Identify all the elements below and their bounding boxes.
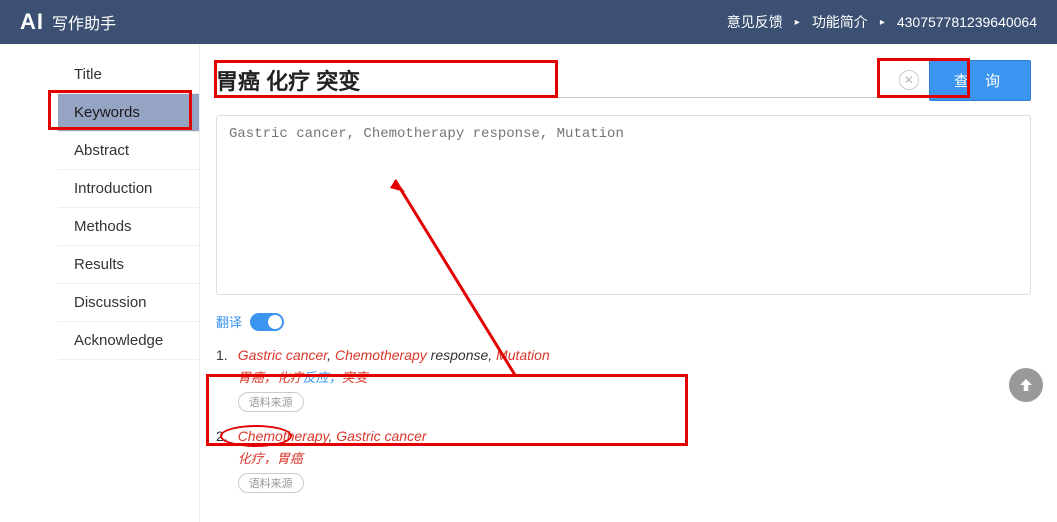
main: TitleKeywordsAbstractIntroductionMethods… (0, 44, 1057, 522)
translate-label: 翻译 (216, 312, 242, 331)
logo: AI (20, 9, 44, 35)
sidebar-item-discussion[interactable]: Discussion (58, 284, 199, 322)
sidebar-item-keywords[interactable]: Keywords (58, 94, 199, 132)
content: ✕ 查 询 翻译 1. Gastric cancer, Chemotherapy … (200, 44, 1057, 522)
result-number: 2. (216, 428, 228, 493)
translate-toggle[interactable] (250, 313, 284, 331)
sidebar-item-acknowledge[interactable]: Acknowledge (58, 322, 199, 360)
sidebar-item-title[interactable]: Title (58, 56, 199, 94)
header: AI 写作助手 意见反馈 ▸ 功能简介 ▸ 430757781239640064 (0, 0, 1057, 44)
result-chinese[interactable]: 胃癌，化疗反应，突变 (238, 367, 1031, 386)
logo-subtitle: 写作助手 (52, 10, 116, 34)
keywords-textarea[interactable] (216, 115, 1031, 295)
search-input[interactable] (216, 67, 899, 93)
source-tag[interactable]: 语料来源 (238, 473, 304, 493)
logo-area: AI 写作助手 (20, 9, 116, 35)
result-item: 2. Chemotherapy, Gastric cancer 化疗，胃癌语料来源 (216, 428, 1031, 493)
search-row: ✕ 查 询 (216, 60, 1031, 101)
result-body: Chemotherapy, Gastric cancer 化疗，胃癌语料来源 (238, 428, 1031, 493)
result-english[interactable]: Chemotherapy, Gastric cancer (238, 428, 1031, 444)
result-item: 1. Gastric cancer, Chemotherapy response,… (216, 347, 1031, 412)
chevron-right-icon: ▸ (795, 17, 800, 28)
search-input-wrap: ✕ (216, 63, 919, 98)
query-button[interactable]: 查 询 (929, 60, 1031, 101)
sidebar: TitleKeywordsAbstractIntroductionMethods… (0, 44, 200, 522)
clear-icon[interactable]: ✕ (899, 70, 919, 90)
header-right: 意见反馈 ▸ 功能简介 ▸ 430757781239640064 (727, 12, 1037, 32)
sidebar-item-abstract[interactable]: Abstract (58, 132, 199, 170)
arrow-up-icon (1017, 376, 1035, 394)
feedback-link[interactable]: 意见反馈 (727, 12, 783, 32)
toggle-knob (268, 315, 282, 329)
sidebar-item-methods[interactable]: Methods (58, 208, 199, 246)
source-tag[interactable]: 语料来源 (238, 392, 304, 412)
features-link[interactable]: 功能简介 (812, 12, 868, 32)
translate-row: 翻译 (216, 312, 1031, 331)
chevron-right-icon: ▸ (880, 17, 885, 28)
result-chinese[interactable]: 化疗，胃癌 (238, 448, 1031, 467)
sidebar-item-introduction[interactable]: Introduction (58, 170, 199, 208)
result-english[interactable]: Gastric cancer, Chemotherapy response, M… (238, 347, 1031, 363)
sidebar-item-results[interactable]: Results (58, 246, 199, 284)
result-body: Gastric cancer, Chemotherapy response, M… (238, 347, 1031, 412)
results-list: 1. Gastric cancer, Chemotherapy response,… (216, 347, 1031, 493)
user-id[interactable]: 430757781239640064 (897, 14, 1037, 30)
result-number: 1. (216, 347, 228, 412)
scroll-top-button[interactable] (1009, 368, 1043, 402)
